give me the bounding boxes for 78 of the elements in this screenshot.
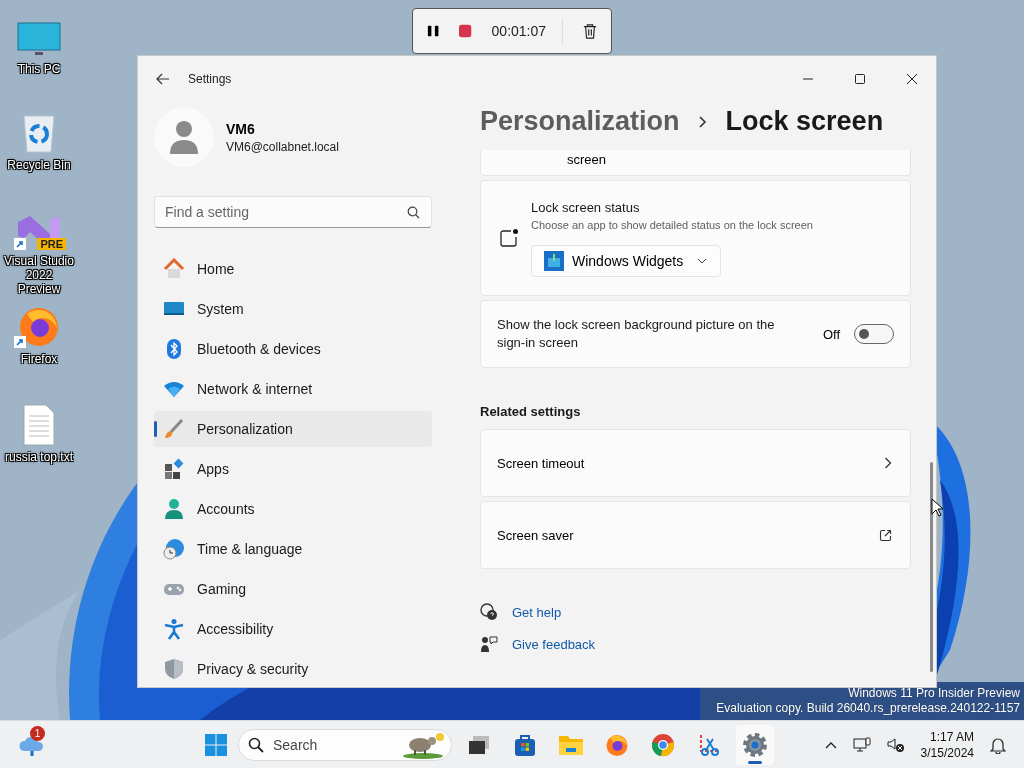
- search-icon: [248, 737, 264, 753]
- desktop-shortcut[interactable]: PRE Visual Studio 2022 Preview: [2, 204, 76, 296]
- desktop-icon-label: Recycle Bin: [6, 158, 72, 172]
- nav-item[interactable]: Personalization: [154, 411, 432, 447]
- store-icon[interactable]: [513, 733, 537, 757]
- desktop-icon-label: This PC: [16, 62, 62, 76]
- home-icon: [163, 258, 185, 280]
- selection-indicator: [154, 421, 157, 437]
- setting-label: Show the lock screen background picture on the sign-in screen: [497, 316, 776, 352]
- account-name: VM6: [226, 120, 256, 137]
- search-icon: [407, 206, 420, 219]
- brush-icon: [163, 418, 185, 440]
- toggle-state-label: Off: [822, 326, 840, 342]
- setting-search-field[interactable]: Find a setting: [154, 196, 432, 228]
- task-view-icon[interactable]: [467, 733, 491, 757]
- nav-item[interactable]: System: [154, 291, 432, 327]
- close-icon[interactable]: [906, 73, 918, 85]
- shield-icon: [163, 658, 185, 680]
- snipping-tool-icon[interactable]: [697, 733, 721, 757]
- nav-item[interactable]: Home: [154, 251, 432, 287]
- taskbar-app[interactable]: [736, 725, 774, 765]
- taskbar-search-field[interactable]: Search: [238, 729, 452, 761]
- help-link[interactable]: Give feedback: [512, 636, 596, 652]
- trash-icon[interactable]: [582, 22, 597, 40]
- volume-muted-icon[interactable]: [886, 737, 905, 753]
- toggle-switch[interactable]: [854, 324, 894, 344]
- accessibility-icon: [163, 618, 185, 640]
- nav-item[interactable]: Time & language: [154, 531, 432, 567]
- bell-icon[interactable]: [990, 736, 1006, 754]
- window-title: Settings: [188, 72, 232, 86]
- clock[interactable]: 1:17 AM 3/15/2024: [920, 729, 974, 761]
- notification-badge: 1: [30, 725, 45, 741]
- app-dropdown[interactable]: Windows Widgets: [531, 244, 721, 277]
- setting-description: Choose an app to show detailed status on the lock screen: [531, 218, 813, 231]
- desktop-icon-label: Firefox: [19, 352, 59, 366]
- person-icon: [163, 498, 185, 520]
- firefox-icon[interactable]: [605, 733, 629, 757]
- active-indicator: [748, 761, 762, 764]
- chrome-icon[interactable]: [651, 733, 675, 757]
- breadcrumb-link[interactable]: Personalization: [480, 106, 680, 137]
- nav-item[interactable]: Privacy & security: [154, 651, 432, 687]
- pause-icon[interactable]: [427, 24, 440, 38]
- back-arrow-icon[interactable]: [156, 73, 170, 85]
- widgets-app-icon: [544, 250, 564, 271]
- preview-badge: PRE: [37, 238, 66, 250]
- nav-item[interactable]: Accessibility: [154, 611, 432, 647]
- nav-item[interactable]: Network & internet: [154, 371, 432, 407]
- chevron-down-icon: [697, 257, 708, 264]
- gear-icon[interactable]: [742, 732, 768, 758]
- nav-item[interactable]: Apps: [154, 451, 432, 487]
- help-icon: [480, 603, 498, 621]
- start-icon[interactable]: [204, 733, 228, 757]
- desktop-icon-label: Visual Studio 2022 Preview: [3, 254, 75, 296]
- nav-item[interactable]: Accounts: [154, 491, 432, 527]
- maximize-icon[interactable]: [854, 73, 866, 85]
- desktop-icon-label: russia top.txt: [4, 450, 74, 464]
- network-icon[interactable]: [852, 737, 871, 753]
- recycle-bin-icon: [21, 112, 57, 154]
- setting-title: Lock screen status: [531, 199, 641, 215]
- setting-label: screen: [567, 152, 607, 167]
- text-file-icon: [23, 404, 55, 446]
- caret-up-icon[interactable]: [824, 741, 837, 749]
- folder-icon[interactable]: [558, 733, 584, 757]
- globe-clock-icon: [163, 538, 185, 560]
- chevron-right-icon: [697, 114, 708, 129]
- feedback-icon: [480, 635, 498, 653]
- person-silhouette-icon: [169, 120, 199, 154]
- nav-item[interactable]: Gaming: [154, 571, 432, 607]
- page-title: Lock screen: [725, 106, 884, 137]
- nav-item[interactable]: Bluetooth & devices: [154, 331, 432, 367]
- status-icon: [499, 228, 519, 248]
- stop-icon[interactable]: [459, 24, 472, 38]
- apps-icon: [163, 458, 185, 480]
- section-heading: Related settings: [480, 404, 582, 419]
- account-email: VM6@collabnet.local: [226, 139, 339, 154]
- monitor-icon: [17, 22, 61, 58]
- help-link[interactable]: Get help: [512, 604, 562, 620]
- elapsed-time: 00:01:07: [491, 23, 547, 39]
